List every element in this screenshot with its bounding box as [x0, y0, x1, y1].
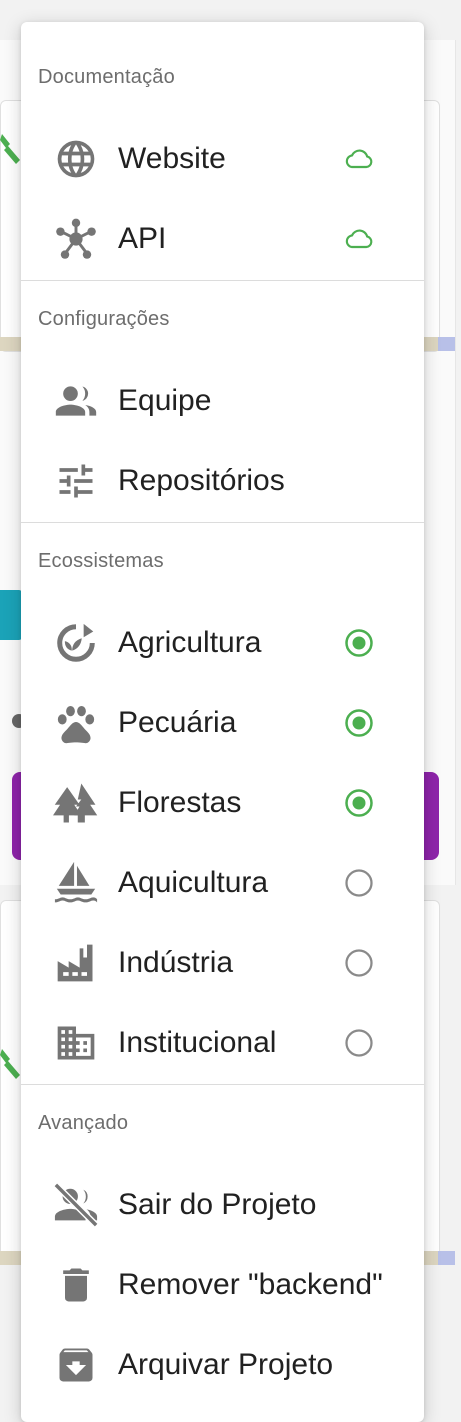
- menu-item-label: API: [118, 222, 167, 255]
- menu-item-label: Equipe: [118, 384, 212, 417]
- radio-checked-icon[interactable]: [343, 787, 375, 819]
- menu-item-label: Website: [118, 142, 226, 175]
- menu-item-label: Sair do Projeto: [118, 1188, 317, 1221]
- background-strip: [438, 337, 455, 351]
- menu-item-label: Remover "backend": [118, 1268, 383, 1301]
- menu-item-aquicultura[interactable]: Aquicultura: [21, 843, 424, 923]
- radio-unchecked-icon[interactable]: [343, 947, 375, 979]
- radio-unchecked-icon[interactable]: [343, 1027, 375, 1059]
- cloud-icon: [343, 143, 375, 175]
- person-off-icon: [53, 1182, 99, 1228]
- menu-item-website[interactable]: Website: [21, 119, 424, 199]
- radio-checked-icon[interactable]: [343, 707, 375, 739]
- wrench-icon: [0, 1049, 20, 1079]
- section-title-ecossistemas: Ecossistemas: [38, 550, 164, 572]
- globe-icon: [53, 137, 99, 181]
- menu-divider: [21, 1084, 424, 1085]
- people-icon: [53, 379, 99, 423]
- menu-item-equipe[interactable]: Equipe: [21, 361, 424, 441]
- wrench-icon: [0, 134, 20, 164]
- sailboat-icon: [53, 861, 99, 905]
- menu-item-label: Institucional: [118, 1026, 277, 1059]
- section-title-avancado: Avançado: [38, 1112, 129, 1134]
- section-title-documentacao: Documentação: [38, 66, 175, 88]
- menu-item-remover-backend[interactable]: Remover "backend": [21, 1245, 424, 1325]
- menu-divider: [21, 522, 424, 523]
- background-tag: [0, 590, 22, 640]
- menu-item-industria[interactable]: Indústria: [21, 923, 424, 1003]
- menu-item-label: Aquicultura: [118, 866, 269, 899]
- archive-icon: [53, 1343, 99, 1387]
- agriculture-icon: [53, 621, 99, 665]
- menu-item-label: Indústria: [118, 946, 234, 979]
- menu-item-repositorios[interactable]: Repositórios: [21, 441, 424, 521]
- menu-item-agricultura[interactable]: Agricultura: [21, 603, 424, 683]
- menu-item-institucional[interactable]: Institucional: [21, 1003, 424, 1083]
- menu-item-api[interactable]: API: [21, 199, 424, 279]
- menu-item-label: Repositórios: [118, 464, 285, 497]
- building-icon: [53, 1021, 99, 1065]
- menu-item-florestas[interactable]: Florestas: [21, 763, 424, 843]
- radio-checked-icon[interactable]: [343, 627, 375, 659]
- api-network-icon: [53, 217, 99, 261]
- menu-divider: [21, 280, 424, 281]
- menu-item-label: Arquivar Projeto: [118, 1348, 334, 1381]
- menu-item-arquivar-projeto[interactable]: Arquivar Projeto: [21, 1325, 424, 1405]
- tune-sliders-icon: [53, 459, 99, 503]
- factory-icon: [53, 941, 99, 985]
- trash-icon: [53, 1263, 99, 1307]
- paw-icon: [53, 701, 99, 745]
- section-title-configuracoes: Configurações: [38, 308, 170, 330]
- menu-item-label: Pecuária: [118, 706, 237, 739]
- menu-item-label: Florestas: [118, 786, 242, 819]
- background-strip: [438, 1251, 455, 1265]
- radio-unchecked-icon[interactable]: [343, 867, 375, 899]
- forest-icon: [53, 781, 99, 825]
- menu-item-pecuaria[interactable]: Pecuária: [21, 683, 424, 763]
- menu-item-label: Agricultura: [118, 626, 262, 659]
- menu-item-sair-do-projeto[interactable]: Sair do Projeto: [21, 1165, 424, 1245]
- cloud-icon: [343, 223, 375, 255]
- project-menu: Documentação Website API Configurações E…: [21, 22, 424, 1422]
